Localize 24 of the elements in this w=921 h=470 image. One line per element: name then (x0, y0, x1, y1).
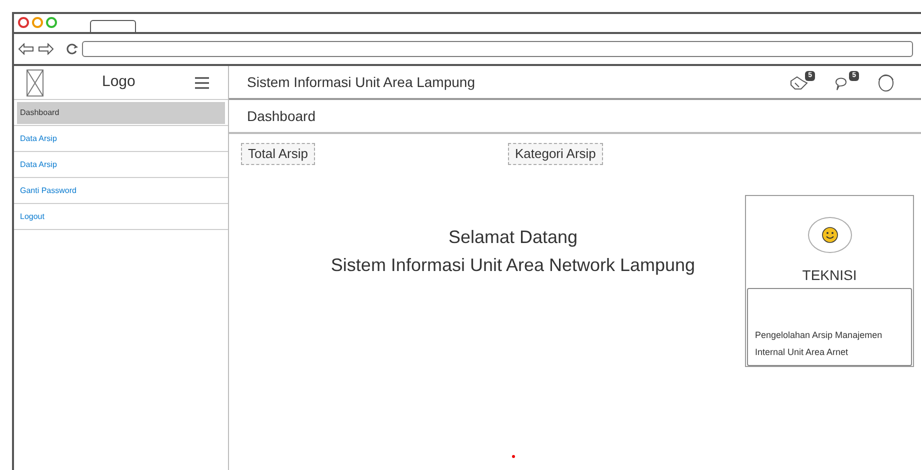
welcome-text: Selamat Datang (448, 226, 578, 249)
dot-mark (512, 455, 514, 458)
sidebar-item[interactable]: Dashboard (17, 102, 225, 124)
role-label: TEKNISI (802, 266, 857, 285)
welcome-text: Sistem Informasi Unit Area Network Lampung (330, 254, 696, 277)
logo-text: Logo (102, 72, 136, 92)
user-avatar-icon[interactable] (877, 72, 895, 92)
sidebar-item[interactable]: Data Arsip (17, 128, 225, 150)
back-arrow-icon[interactable] (18, 43, 34, 55)
stat-label: Total Arsip (241, 143, 315, 165)
browser-tab[interactable] (90, 20, 136, 32)
menu-icon[interactable] (194, 76, 210, 88)
sidebar-item[interactable]: Ganti Password (17, 180, 225, 202)
page-heading: Dashboard (247, 106, 316, 126)
sidebar-item[interactable]: Logout (17, 206, 225, 228)
image-placeholder-icon (26, 68, 44, 96)
reload-icon[interactable] (66, 43, 78, 55)
stat-label: Kategori Arsip (508, 143, 603, 165)
forward-arrow-icon[interactable] (38, 43, 54, 55)
description-text: Pengelolahan Arsip Manajemen Internal Unit Area Arnet (755, 329, 884, 359)
address-field[interactable] (82, 41, 913, 57)
smiley-icon (822, 227, 838, 243)
sidebar-item[interactable]: Data Arsip (17, 154, 225, 176)
app-title: Sistem Informasi Unit Area Lampung (247, 72, 475, 92)
